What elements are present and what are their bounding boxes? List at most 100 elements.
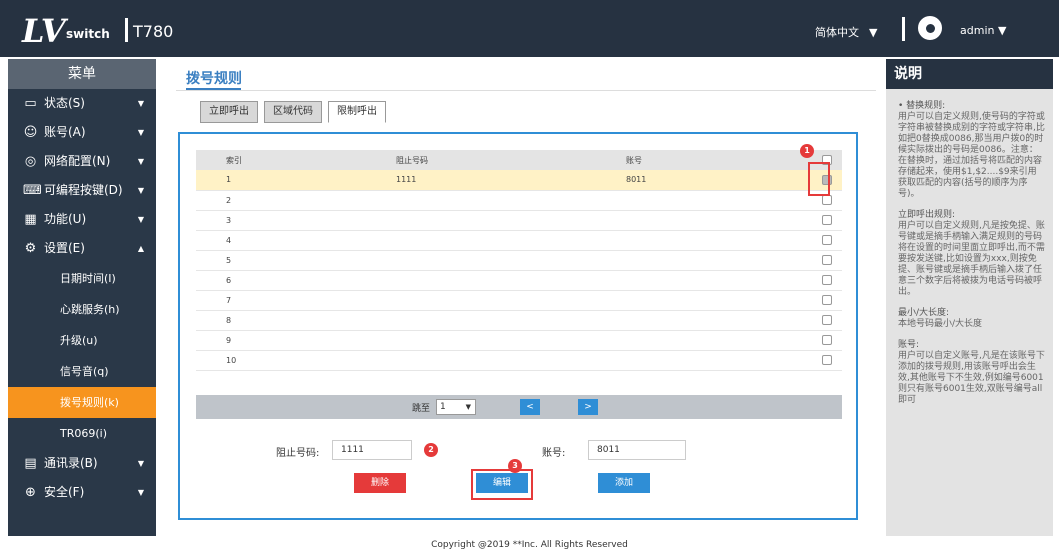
help-section: • 替换规则: 用户可以自定义规则,使号码的字符或字符串被替换成别的字符或字符串,… — [898, 101, 1045, 200]
cell-index: 6 — [196, 270, 366, 291]
sidebar-item-label: 状态(S) — [44, 96, 85, 110]
row-checkbox[interactable] — [822, 315, 832, 325]
sidebar-sub-dialrules[interactable]: 拨号规则(k) — [8, 387, 156, 418]
cell-account — [596, 350, 812, 371]
sidebar-item-keys[interactable]: ⌨ 可编程按键(D) ▼ — [8, 176, 156, 205]
cell-index: 5 — [196, 250, 366, 271]
row-checkbox[interactable] — [822, 295, 832, 305]
sidebar-item-label: 账号(A) — [44, 125, 86, 139]
highlight-checkbox — [808, 162, 830, 196]
row-checkbox[interactable] — [822, 355, 832, 365]
sidebar-sub-upgrade[interactable]: 升级(u) — [8, 325, 156, 356]
sidebar-title: 菜单 — [8, 59, 156, 89]
grid-icon: ▦ — [24, 212, 37, 227]
row-checkbox[interactable] — [822, 215, 832, 225]
number-input[interactable]: 1111 — [332, 440, 412, 460]
sidebar-item-account[interactable]: ☺ 账号(A) ▼ — [8, 118, 156, 147]
language-label: 简体中文 — [815, 26, 859, 39]
sidebar-item-network[interactable]: ◎ 网络配置(N) ▼ — [8, 147, 156, 176]
row-checkbox[interactable] — [822, 235, 832, 245]
chevron-down-icon: ▼ — [465, 403, 471, 411]
cell-account — [596, 290, 812, 311]
page-select[interactable]: 1 ▼ — [436, 399, 476, 415]
cell-index: 8 — [196, 310, 366, 331]
prev-page-button[interactable]: < — [520, 399, 540, 415]
table-row[interactable]: 8 — [196, 310, 842, 331]
cell-select — [812, 230, 842, 251]
sidebar-item-settings[interactable]: ⚙ 设置(E) ▲ — [8, 234, 156, 263]
sidebar: 菜单 ▭ 状态(S) ▼ ☺ 账号(A) ▼ ◎ 网络配置(N) ▼ ⌨ 可编程按键(D) ▼ … — [8, 59, 156, 536]
sidebar-item-status[interactable]: ▭ 状态(S) ▼ — [8, 89, 156, 118]
sidebar-sub-tr069[interactable]: TR069(i) — [8, 418, 156, 449]
step-badge-2: 2 — [424, 443, 438, 457]
cell-select — [812, 210, 842, 231]
cell-select — [812, 250, 842, 271]
table-row[interactable]: 1 1111 8011 — [196, 170, 842, 191]
table-row[interactable]: 2 — [196, 190, 842, 211]
next-page-button[interactable]: > — [578, 399, 598, 415]
cell-number — [366, 310, 596, 331]
cell-number — [366, 290, 596, 311]
cell-select — [812, 310, 842, 331]
cell-index: 9 — [196, 330, 366, 351]
sidebar-item-features[interactable]: ▦ 功能(U) ▼ — [8, 205, 156, 234]
account-label: 账号: — [542, 448, 566, 459]
chevron-down-icon: ▼ — [869, 26, 878, 39]
chevron-down-icon: ▼ — [137, 459, 144, 468]
table-row[interactable]: 5 — [196, 250, 842, 271]
sidebar-sub-datetime[interactable]: 日期时间(I) — [8, 263, 156, 294]
table-row[interactable]: 9 — [196, 330, 842, 351]
account-input[interactable]: 8011 — [588, 440, 686, 460]
cell-account — [596, 310, 812, 331]
cell-number — [366, 330, 596, 351]
table-row[interactable]: 4 — [196, 230, 842, 251]
cell-account — [596, 230, 812, 251]
cell-account — [596, 190, 812, 211]
cell-index: 3 — [196, 210, 366, 231]
sidebar-sub-heartbeat[interactable]: 心跳服务(h) — [8, 294, 156, 325]
sidebar-item-phonebook[interactable]: ▤ 通讯录(B) ▼ — [8, 449, 156, 478]
tab-immediate-call[interactable]: 立即呼出 — [200, 101, 258, 123]
cell-number — [366, 230, 596, 251]
row-checkbox[interactable] — [822, 255, 832, 265]
sidebar-item-label: 功能(U) — [44, 212, 87, 226]
add-button[interactable]: 添加 — [598, 473, 650, 493]
main-content: 拨号规则 立即呼出 区域代码 限制呼出 索引 阻止号码 账号 1 1111 8011… — [158, 59, 884, 536]
page-title: 拨号规则 — [186, 71, 242, 87]
gear-icon: ⚙ — [24, 241, 37, 256]
tab-area-code[interactable]: 区域代码 — [264, 101, 322, 123]
sidebar-item-label: 网络配置(N) — [44, 154, 111, 168]
tab-block-call[interactable]: 限制呼出 — [328, 101, 386, 123]
language-select[interactable]: 简体中文 ▼ — [815, 24, 877, 40]
pager: 跳至 1 ▼ < > — [196, 395, 842, 419]
highlight-edit — [471, 469, 533, 500]
globe-icon: ◎ — [24, 154, 37, 169]
help-section: 立即呼出规则: 用户可以自定义规则,凡是按免提、账号键或是摘手柄输入满足规则的号码… — [898, 210, 1045, 298]
shield-icon: ⊕ — [25, 485, 36, 500]
table-row[interactable]: 7 — [196, 290, 842, 311]
cell-select — [812, 270, 842, 291]
cell-select — [812, 350, 842, 371]
sidebar-item-label: 安全(F) — [44, 485, 85, 499]
sidebar-item-security[interactable]: ⊕ 安全(F) ▼ — [8, 478, 156, 507]
table-row[interactable]: 6 — [196, 270, 842, 291]
cell-number: 1111 — [366, 170, 596, 191]
sidebar-sub-tones[interactable]: 信号音(q) — [8, 356, 156, 387]
row-checkbox[interactable] — [822, 195, 832, 205]
top-bar: LV switch T780 简体中文 ▼ admin ▼ — [0, 0, 1059, 57]
row-checkbox[interactable] — [822, 335, 832, 345]
cell-account — [596, 270, 812, 291]
user-menu[interactable]: admin ▼ — [960, 24, 1006, 37]
book-icon: ▤ — [24, 456, 37, 471]
brand-logo: LV — [22, 12, 66, 50]
delete-button[interactable]: 删除 — [354, 473, 406, 493]
cell-select — [812, 290, 842, 311]
row-checkbox[interactable] — [822, 275, 832, 285]
table-row[interactable]: 3 — [196, 210, 842, 231]
col-index: 索引 — [196, 150, 366, 170]
cell-number — [366, 350, 596, 371]
table-row[interactable]: 10 — [196, 350, 842, 371]
cell-index: 10 — [196, 350, 366, 371]
avatar[interactable] — [918, 16, 942, 40]
sidebar-item-label: 通讯录(B) — [44, 456, 98, 470]
